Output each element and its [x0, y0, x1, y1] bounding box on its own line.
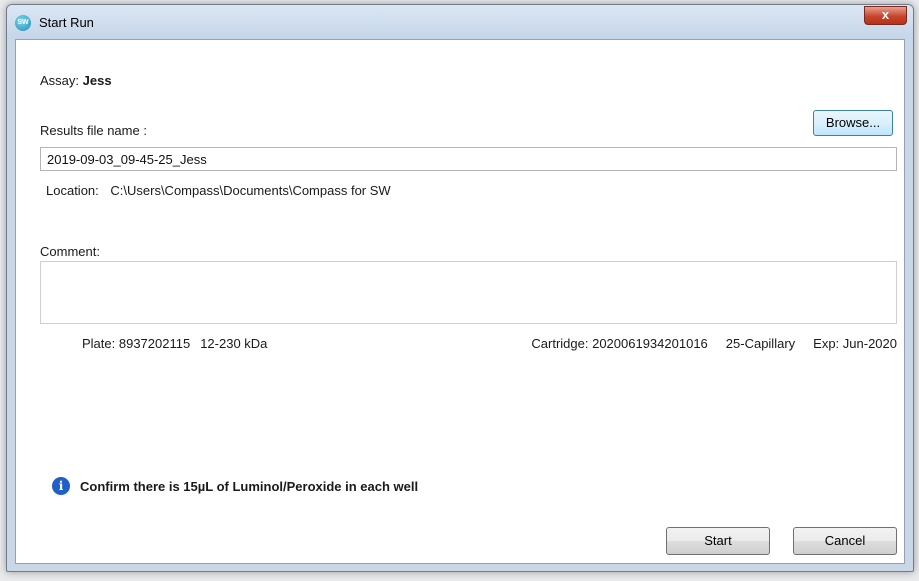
plate-info: Plate: 8937202115 12-230 kDa	[82, 336, 267, 351]
location-row: Location: C:\Users\Compass\Documents\Com…	[46, 183, 391, 198]
dialog-body: Assay: Jess Results file name : Browse..…	[15, 39, 905, 564]
close-button[interactable]: x	[864, 6, 907, 25]
info-message: Confirm there is 15µL of Luminol/Peroxid…	[80, 478, 419, 494]
assay-value: Jess	[82, 73, 112, 88]
assay-row: Assay: Jess	[40, 73, 112, 88]
title-bar[interactable]: SW Start Run x	[7, 5, 913, 39]
assay-label: Assay:	[40, 73, 80, 88]
start-run-dialog: SW Start Run x Assay: Jess Results file …	[6, 4, 914, 572]
plate-range: 12-230 kDa	[200, 336, 268, 351]
plate-id: Plate: 8937202115	[82, 336, 191, 351]
location-label: Location:	[46, 183, 99, 198]
results-file-label: Results file name :	[40, 123, 147, 138]
comment-label: Comment:	[40, 244, 100, 259]
window-title: Start Run	[39, 15, 94, 30]
cartridge-type: 25-Capillary	[725, 336, 796, 351]
cartridge-exp: Exp: Jun-2020	[813, 336, 897, 351]
browse-button[interactable]: Browse...	[813, 110, 893, 136]
info-message-row: i Confirm there is 15µL of Luminol/Perox…	[52, 477, 418, 495]
cartridge-id: Cartridge: 2020061934201016	[531, 336, 708, 351]
start-button[interactable]: Start	[666, 527, 770, 555]
comment-input[interactable]	[40, 261, 897, 324]
app-icon: SW	[15, 15, 31, 31]
cancel-button[interactable]: Cancel	[793, 527, 897, 555]
cartridge-info: Cartridge: 2020061934201016 25-Capillary E…	[531, 336, 897, 351]
location-path: C:\Users\Compass\Documents\Compass for S…	[110, 183, 391, 198]
info-icon: i	[52, 477, 70, 495]
results-file-name-input[interactable]	[40, 147, 897, 171]
